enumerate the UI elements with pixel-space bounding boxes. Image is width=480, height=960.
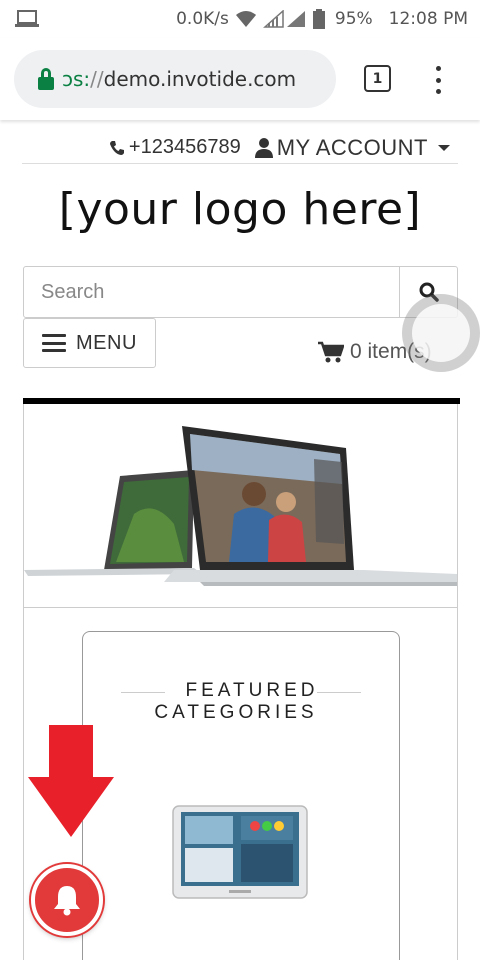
clock: 12:08 PM bbox=[388, 9, 468, 29]
tablet-image[interactable] bbox=[171, 804, 309, 900]
status-bar: 0.0K/s 95% 12:08 PM bbox=[0, 0, 480, 38]
cart-icon bbox=[318, 341, 344, 363]
url-separator: // bbox=[90, 67, 104, 91]
my-account-label: MY ACCOUNT bbox=[276, 134, 428, 160]
touch-indicator bbox=[402, 294, 480, 372]
network-speed: 0.0K/s bbox=[176, 9, 229, 29]
battery-percent: 95% bbox=[334, 9, 373, 29]
arrow-down-icon bbox=[28, 725, 114, 837]
more-icon[interactable] bbox=[428, 66, 448, 94]
featured-line1: FEATURED bbox=[185, 680, 319, 701]
phone-number: +123456789 bbox=[128, 136, 241, 158]
heading-rule-left bbox=[121, 692, 165, 693]
header-topbar: +123456789 MY ACCOUNT bbox=[22, 132, 458, 164]
url-scheme: ɔs: bbox=[62, 67, 91, 91]
caret-down-icon bbox=[438, 144, 450, 151]
notification-bell-button[interactable] bbox=[31, 864, 103, 936]
search-bar bbox=[23, 266, 458, 318]
laptops-image bbox=[24, 426, 457, 586]
featured-line2: CATEGORIES bbox=[154, 702, 318, 723]
menu-label: MENU bbox=[76, 331, 137, 354]
my-account-dropdown[interactable]: MY ACCOUNT bbox=[254, 134, 450, 161]
laptop-icon bbox=[15, 10, 39, 27]
heading-rule-right bbox=[317, 692, 361, 693]
phone-icon bbox=[109, 140, 124, 155]
battery-icon bbox=[312, 9, 325, 29]
wifi-icon bbox=[235, 11, 256, 27]
phone-link[interactable]: +123456789 bbox=[109, 136, 241, 159]
bell-icon bbox=[54, 886, 80, 916]
featured-categories-card: FEATURED CATEGORIES bbox=[82, 631, 400, 960]
search-input[interactable] bbox=[24, 267, 399, 317]
url-host: demo.invotide.com bbox=[103, 67, 297, 91]
user-icon bbox=[254, 137, 273, 158]
tabs-icon[interactable]: 1 bbox=[364, 65, 391, 92]
menu-button[interactable]: MENU bbox=[23, 318, 156, 368]
site-logo[interactable]: [your logo here] bbox=[0, 184, 480, 235]
lock-icon[interactable] bbox=[38, 68, 54, 90]
signal-icon bbox=[262, 10, 305, 28]
hero-banner[interactable] bbox=[24, 404, 457, 608]
address-bar[interactable]: ɔs://demo.invotide.com bbox=[14, 50, 336, 108]
browser-toolbar: ɔs://demo.invotide.com 1 bbox=[0, 38, 480, 120]
featured-categories-heading: FEATURED CATEGORIES bbox=[83, 680, 399, 724]
hamburger-icon bbox=[42, 334, 66, 352]
